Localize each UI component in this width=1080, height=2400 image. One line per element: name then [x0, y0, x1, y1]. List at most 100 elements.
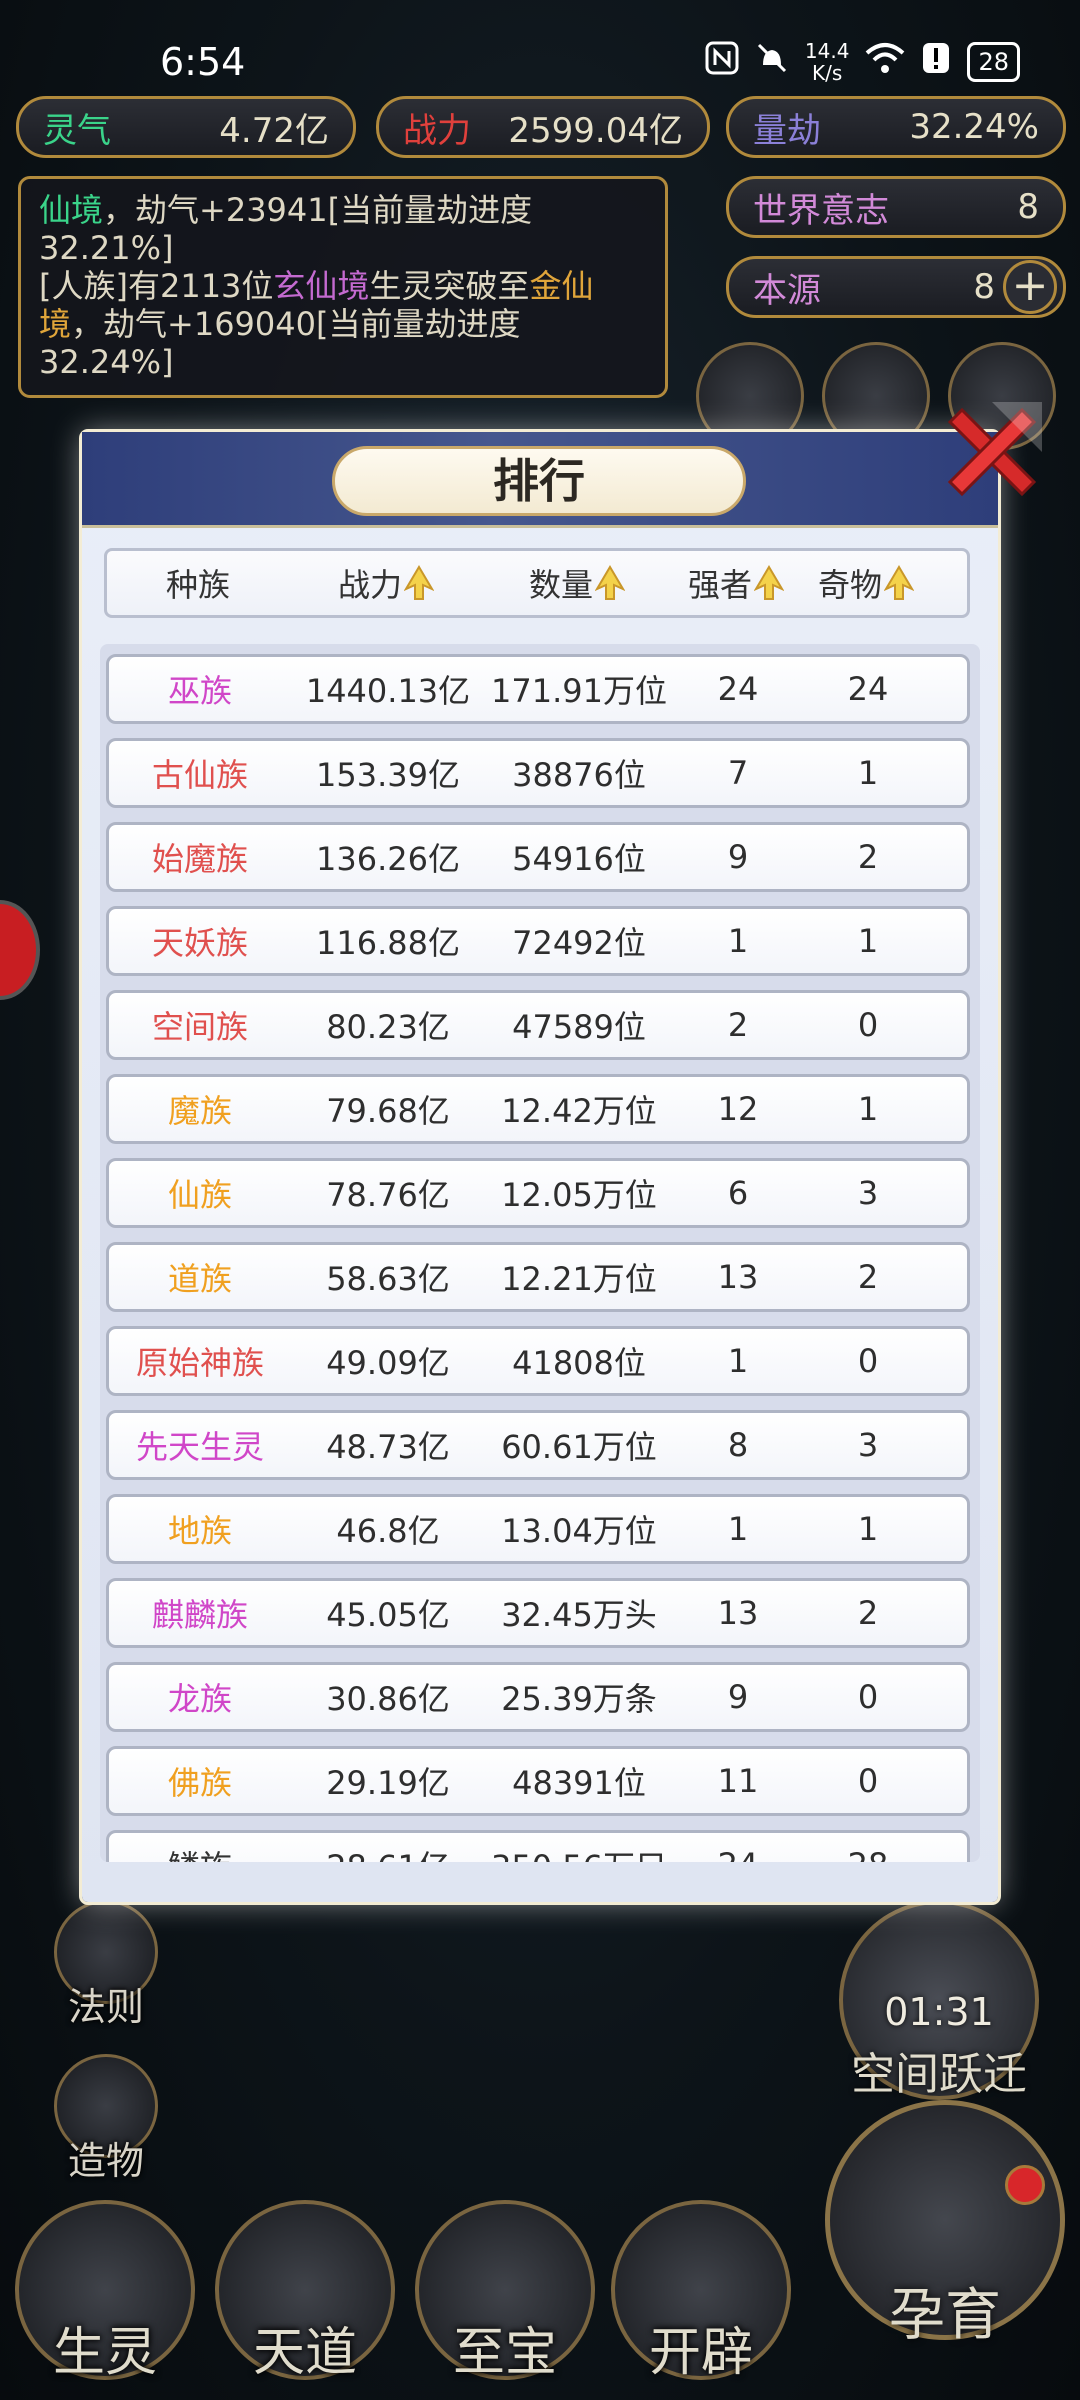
event-text: 生灵突破至	[369, 267, 530, 305]
table-row[interactable]: 始魔族 136.26亿 54916位 9 2	[106, 822, 970, 892]
race-power: 79.68亿	[326, 1092, 450, 1130]
header-count-label: 数量	[528, 566, 593, 604]
alert-icon	[921, 41, 951, 83]
sort-arrow-icon	[404, 565, 434, 600]
sort-elite-button[interactable]: 强者	[671, 560, 801, 606]
race-count: 13.04万位	[501, 1512, 657, 1550]
race-elite: 2	[727, 1006, 749, 1044]
modal-title: 排行	[332, 446, 746, 516]
race-elite: 24	[717, 670, 759, 708]
sort-count-button[interactable]: 数量	[483, 560, 671, 606]
battery-icon: 28	[967, 42, 1020, 82]
race-power: 153.39亿	[316, 756, 460, 794]
race-count: 47589位	[512, 1008, 646, 1046]
event-text: [人族]有2113位	[39, 267, 274, 305]
add-benyuan-button[interactable]: +	[1003, 260, 1057, 314]
table-row[interactable]: 地族 46.8亿 13.04万位 1 1	[106, 1494, 970, 1564]
race-power: 1440.13亿	[305, 672, 471, 710]
modal-header: 排行	[82, 432, 998, 528]
benyuan-value: 8	[973, 267, 995, 307]
sort-power-button[interactable]: 战力	[289, 560, 483, 606]
zhi-bao-label: 至宝	[452, 2323, 557, 2383]
header-race-label: 种族	[165, 566, 230, 604]
race-name: 原始神族	[135, 1344, 264, 1382]
event-text: ，劫气+169040[当前量劫进度32.24%]	[39, 305, 521, 381]
race-power: 30.86亿	[326, 1680, 450, 1718]
race-name: 始魔族	[151, 840, 248, 878]
status-time: 6:54	[160, 40, 246, 84]
table-row[interactable]: 道族 58.63亿 12.21万位 13 2	[106, 1242, 970, 1312]
liangjie-label: 量劫	[753, 110, 821, 151]
race-elite: 8	[727, 1426, 749, 1464]
zhi-bao-button[interactable]: 至宝	[410, 2200, 600, 2400]
table-row[interactable]: 魔族 79.68亿 12.42万位 12 1	[106, 1074, 970, 1144]
tian-dao-label: 天道	[252, 2323, 357, 2383]
realm-text: 玄仙境	[273, 267, 370, 305]
race-count: 25.39万条	[501, 1680, 657, 1718]
table-row[interactable]: 仙族 78.76亿 12.05万位 6 3	[106, 1158, 970, 1228]
table-row[interactable]: 鳞族28.61亿350.56万只2428	[106, 1830, 970, 1862]
kai-pi-button[interactable]: 开辟	[606, 2200, 796, 2400]
shijie-stat[interactable]: 世界意志 8	[726, 176, 1066, 238]
table-row[interactable]: 龙族 30.86亿 25.39万条 9 0	[106, 1662, 970, 1732]
table-header: 种族 战力 数量 强者 奇物	[104, 548, 970, 618]
kai-pi-label: 开辟	[648, 2323, 753, 2383]
race-elite: 1	[727, 922, 749, 960]
race-treasure: 3	[857, 1174, 879, 1212]
race-power: 80.23亿	[326, 1008, 450, 1046]
ranking-list[interactable]: 巫族 1440.13亿 171.91万位 24 24 古仙族 153.39亿 38876位 7…	[100, 644, 980, 1862]
sort-arrow-icon	[754, 565, 784, 600]
race-treasure: 1	[857, 922, 879, 960]
liangjie-stat[interactable]: 量劫 32.24%	[726, 96, 1066, 158]
sort-treasure-button[interactable]: 奇物	[801, 560, 931, 606]
table-row[interactable]: 先天生灵 48.73亿 60.61万位 8 3	[106, 1410, 970, 1480]
race-elite: 1	[727, 1342, 749, 1380]
sort-arrow-icon	[595, 565, 625, 600]
race-count: 48391位	[512, 1764, 646, 1802]
race-count: 171.91万位	[491, 672, 667, 710]
shijie-value: 8	[1017, 187, 1039, 227]
red-orb-icon[interactable]	[0, 900, 40, 1000]
net-speed-value: 14.4	[804, 39, 850, 63]
race-treasure: 0	[857, 1678, 879, 1716]
race-treasure: 28	[803, 1846, 933, 1862]
net-speed-unit: K/s	[812, 61, 843, 85]
yun-yu-button[interactable]: 孕育	[820, 2060, 1070, 2400]
race-count: 60.61万位	[501, 1428, 657, 1466]
race-elite: 7	[727, 754, 749, 792]
close-button[interactable]	[932, 392, 1052, 512]
table-row[interactable]: 麒麟族 45.05亿 32.45万头 13 2	[106, 1578, 970, 1648]
notification-dot	[1005, 2165, 1045, 2205]
table-row[interactable]: 原始神族 49.09亿 41808位 1 0	[106, 1326, 970, 1396]
zhanli-label: 战力	[403, 110, 471, 151]
event-log: 仙境，劫气+23941[当前量劫进度32.21%] [人族]有2113位玄仙境生…	[18, 176, 668, 398]
benyuan-stat: 本源 8 +	[726, 256, 1066, 318]
shijie-label: 世界意志	[753, 190, 889, 231]
race-name: 道族	[167, 1260, 232, 1298]
race-power: 29.19亿	[326, 1764, 450, 1802]
table-row[interactable]: 天妖族 116.88亿 72492位 1 1	[106, 906, 970, 976]
race-elite: 12	[717, 1090, 759, 1128]
table-row[interactable]: 空间族 80.23亿 47589位 2 0	[106, 990, 970, 1060]
race-treasure: 24	[847, 670, 889, 708]
fa-ze-button[interactable]: 法则	[46, 1900, 166, 2031]
race-treasure: 2	[857, 1258, 879, 1296]
race-treasure: 1	[857, 1090, 879, 1128]
yun-yu-label: 孕育	[889, 2283, 1001, 2348]
table-row[interactable]: 古仙族 153.39亿 38876位 7 1	[106, 738, 970, 808]
zao-wu-button[interactable]: 造物	[46, 2054, 166, 2185]
race-count: 72492位	[512, 924, 646, 962]
status-icons: 14.4 K/s 28	[705, 40, 1020, 84]
benyuan-label: 本源	[753, 270, 821, 311]
race-name: 古仙族	[151, 756, 248, 794]
tian-dao-button[interactable]: 天道	[210, 2200, 400, 2400]
sheng-ling-button[interactable]: 生灵	[10, 2200, 200, 2400]
race-count: 12.05万位	[501, 1176, 657, 1214]
race-power: 48.73亿	[326, 1428, 450, 1466]
ranking-modal: 排行 种族 战力 数量 强者 奇物 巫族 1440.13亿 171.91万位 24 24…	[82, 402, 1042, 1902]
race-name: 天妖族	[151, 924, 248, 962]
race-power: 116.88亿	[316, 924, 460, 962]
race-treasure: 0	[857, 1342, 879, 1380]
table-row[interactable]: 巫族 1440.13亿 171.91万位 24 24	[106, 654, 970, 724]
table-row[interactable]: 佛族 29.19亿 48391位 11 0	[106, 1746, 970, 1816]
